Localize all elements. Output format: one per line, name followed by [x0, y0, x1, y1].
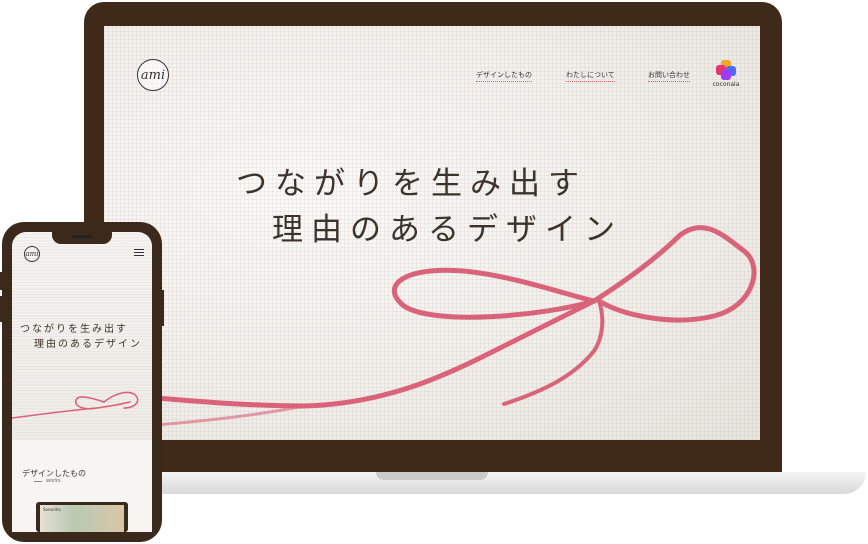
phone-side-button [0, 296, 3, 322]
site-logo-text: ami [140, 67, 166, 83]
nav-works-link[interactable]: デザインしたもの [476, 70, 532, 82]
hamburger-menu-icon[interactable] [134, 249, 144, 258]
nav-contact-link[interactable]: お問い合わせ [648, 70, 690, 82]
mobile-works-subtitle: works [46, 478, 61, 484]
coconala-link[interactable]: coconala [710, 60, 742, 88]
mobile-hero-line2: 理由のあるデザイン [34, 339, 142, 350]
desktop-screen: ami デザインしたもの わたしについて お問い合わせ coconala つなが… [104, 26, 760, 440]
coconala-icon [716, 60, 736, 80]
mobile-works-rule [34, 481, 42, 482]
nav-about-link[interactable]: わたしについて [566, 70, 615, 82]
mobile-site-logo[interactable]: ami [24, 246, 40, 262]
phone-side-button [0, 272, 3, 290]
mobile-logo-text: ami [25, 250, 39, 258]
coconala-label: coconala [712, 81, 740, 88]
laptop-base-notch [376, 472, 488, 480]
mobile-work-thumbnail-text: Sonoriha [43, 507, 61, 512]
laptop-chin [84, 440, 782, 472]
site-logo[interactable]: ami [137, 59, 169, 91]
laptop-base [130, 472, 866, 494]
hero-heading-line2: 理由のあるデザイン [272, 212, 623, 248]
phone-speaker [72, 235, 92, 238]
phone-notch [52, 232, 112, 244]
phone-side-button [161, 290, 164, 326]
hero-heading-line1: つながりを生み出す [236, 166, 587, 202]
mobile-hero-line1: つながりを生み出す [20, 324, 128, 335]
